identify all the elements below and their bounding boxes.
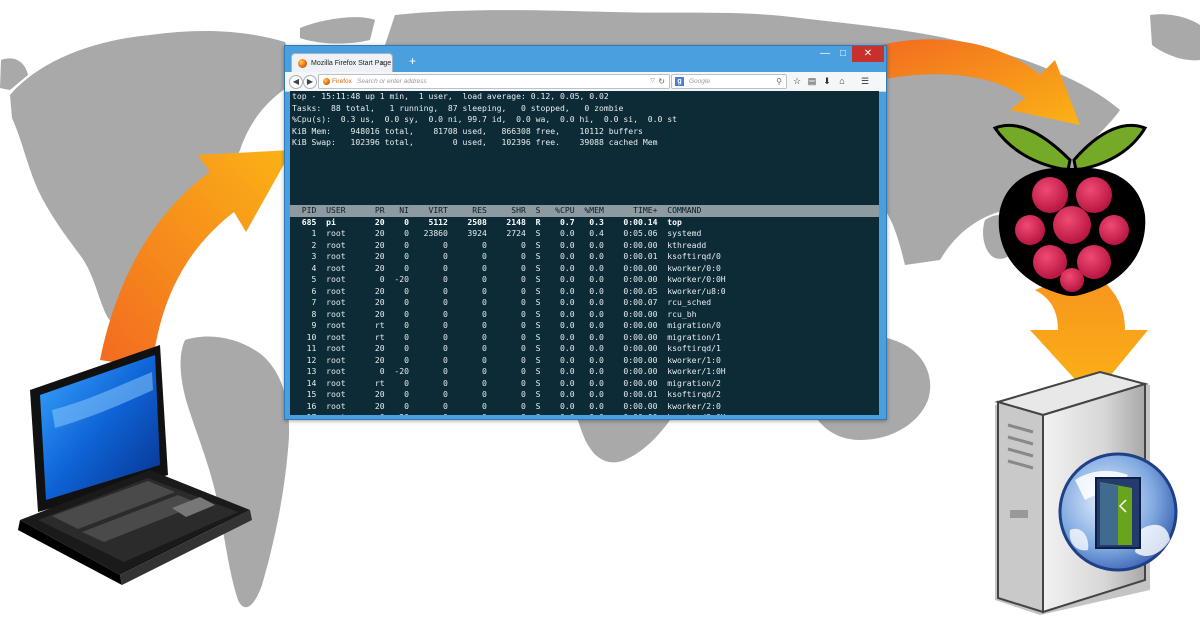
column-headers: PID USER PR NI VIRT RES SHR S %CPU %MEM … (292, 205, 746, 215)
search-icon[interactable]: ⚲ (776, 75, 782, 88)
process-row: 11 root 20 0 0 0 0 S 0.0 0.0 0:00.00 kso… (292, 343, 746, 353)
memory-line: KiB Mem: 948016 total, 81708 used, 86630… (292, 125, 643, 136)
firefox-mini-icon (323, 78, 330, 85)
process-row: 10 root rt 0 0 0 0 S 0.0 0.0 0:00.00 mig… (292, 331, 746, 342)
firefox-icon (298, 59, 307, 68)
address-bar[interactable]: Firefox Search or enter address ▽ ↻ (318, 74, 670, 89)
minimize-button[interactable]: — (816, 46, 834, 62)
back-button[interactable]: ◀ (289, 75, 303, 89)
process-row: 16 root 20 0 0 0 0 S 0.0 0.0 0:00.00 kwo… (292, 400, 746, 411)
google-icon[interactable]: g (675, 77, 684, 86)
process-row: 1 root 20 0 23860 3924 2724 S 0.0 0.4 0:… (292, 228, 746, 238)
process-row: 6 root 20 0 0 0 0 S 0.0 0.0 0:00.05 kwor… (292, 285, 746, 296)
process-table-header: PID USER PR NI VIRT RES SHR S %CPU %MEM … (290, 205, 879, 217)
reading-list-icon[interactable]: ▤ (806, 75, 818, 87)
process-row: 9 root rt 0 0 0 0 S 0.0 0.0 0:00.00 migr… (292, 320, 746, 330)
tab-start-page[interactable]: Mozilla Firefox Start Page × (291, 53, 393, 73)
maximize-button[interactable]: □ (834, 46, 852, 62)
process-row: 4 root 20 0 0 0 0 S 0.0 0.0 0:00.00 kwor… (292, 262, 746, 273)
process-row: 13 root 0 -20 0 0 0 S 0.0 0.0 0:00.00 kw… (292, 366, 746, 376)
bookmark-star-icon[interactable]: ☆ (791, 75, 803, 87)
browser-window: Mozilla Firefox Start Page × + — □ ✕ ◀ ▶… (284, 45, 887, 420)
process-row: 3 root 20 0 0 0 0 S 0.0 0.0 0:00.01 ksof… (292, 251, 746, 261)
nav-toolbar: ◀ ▶ Firefox Search or enter address ▽ ↻ … (285, 72, 886, 92)
process-row: 8 root 20 0 0 0 0 S 0.0 0.0 0:00.00 rcu_… (292, 308, 746, 319)
home-icon[interactable]: ⌂ (836, 75, 848, 87)
door-icon (1095, 477, 1141, 549)
process-row: 14 root rt 0 0 0 0 S 0.0 0.0 0:00.00 mig… (292, 377, 746, 388)
process-row: 7 root 20 0 0 0 0 S 0.0 0.0 0:00.07 rcu_… (292, 297, 746, 307)
uptime-line: top - 15:11:48 up 1 min, 1 user, load av… (292, 91, 609, 101)
process-row: 685 pi 20 0 5112 2508 2148 R 0.7 0.3 0:0… (292, 216, 746, 227)
tasks-line: Tasks: 88 total, 1 running, 87 sleeping,… (292, 102, 624, 113)
forward-button[interactable]: ▶ (303, 75, 317, 89)
swap-line: KiB Swap: 102396 total, 0 used, 102396 f… (292, 137, 658, 147)
cpu-line: %Cpu(s): 0.3 us, 0.0 sy, 0.0 ni, 99.7 id… (292, 114, 677, 124)
dropdown-arrow-icon[interactable]: ▽ (650, 75, 655, 88)
process-row: 12 root 20 0 0 0 0 S 0.0 0.0 0:00.00 kwo… (292, 354, 746, 365)
search-bar[interactable]: g Google ⚲ (671, 74, 787, 89)
process-row: 2 root 20 0 0 0 0 S 0.0 0.0 0:00.00 kthr… (292, 239, 746, 250)
identity-label: Firefox (332, 78, 352, 85)
process-row: 5 root 0 -20 0 0 0 S 0.0 0.0 0:00.00 kwo… (292, 274, 746, 284)
tab-close-button[interactable]: × (380, 54, 385, 73)
reload-icon[interactable]: ↻ (658, 75, 665, 88)
close-window-button[interactable]: ✕ (852, 46, 884, 62)
downloads-icon[interactable]: ⬇ (821, 75, 833, 87)
menu-icon[interactable]: ☰ (859, 75, 871, 87)
search-placeholder: Google (689, 78, 710, 85)
new-tab-button[interactable]: + (409, 54, 416, 68)
terminal-view[interactable]: top - 15:11:48 up 1 min, 1 user, load av… (290, 91, 879, 415)
process-row: 17 root 0 -20 0 0 0 S 0.0 0.0 0:00.00 kw… (292, 412, 745, 415)
title-bar: Mozilla Firefox Start Page × + — □ ✕ (285, 46, 886, 73)
process-row: 15 root 20 0 0 0 0 S 0.0 0.0 0:00.01 kso… (292, 389, 746, 399)
address-placeholder: Search or enter address (357, 78, 427, 85)
